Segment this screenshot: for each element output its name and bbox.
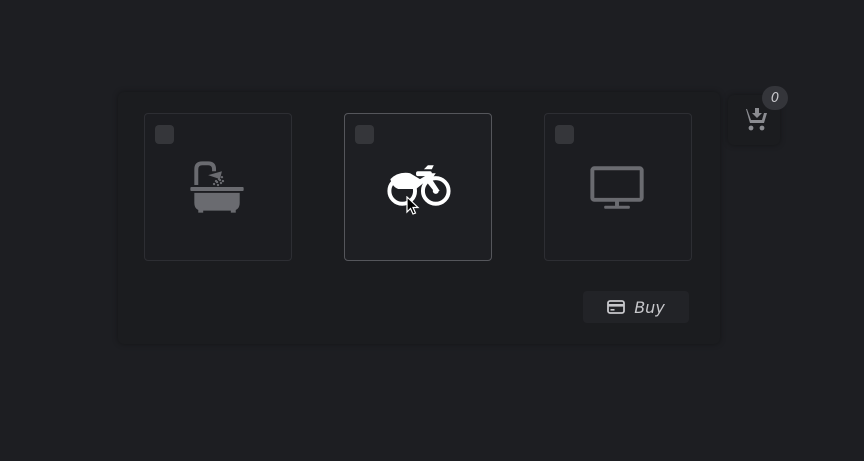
cart-count-badge: 0 <box>762 86 788 110</box>
product-card-bathtub[interactable] <box>144 113 292 261</box>
monitor-icon <box>590 166 644 209</box>
credit-card-icon <box>607 300 626 314</box>
buy-button-label: Buy <box>634 297 665 317</box>
bathtub-shower-icon <box>190 161 244 213</box>
page: Buy 0 <box>0 0 864 461</box>
product-card-motorcycle[interactable] <box>344 113 492 261</box>
product-card-monitor[interactable] <box>544 113 692 261</box>
buy-button[interactable]: Buy <box>583 291 689 323</box>
motorcycle-icon <box>387 165 451 206</box>
